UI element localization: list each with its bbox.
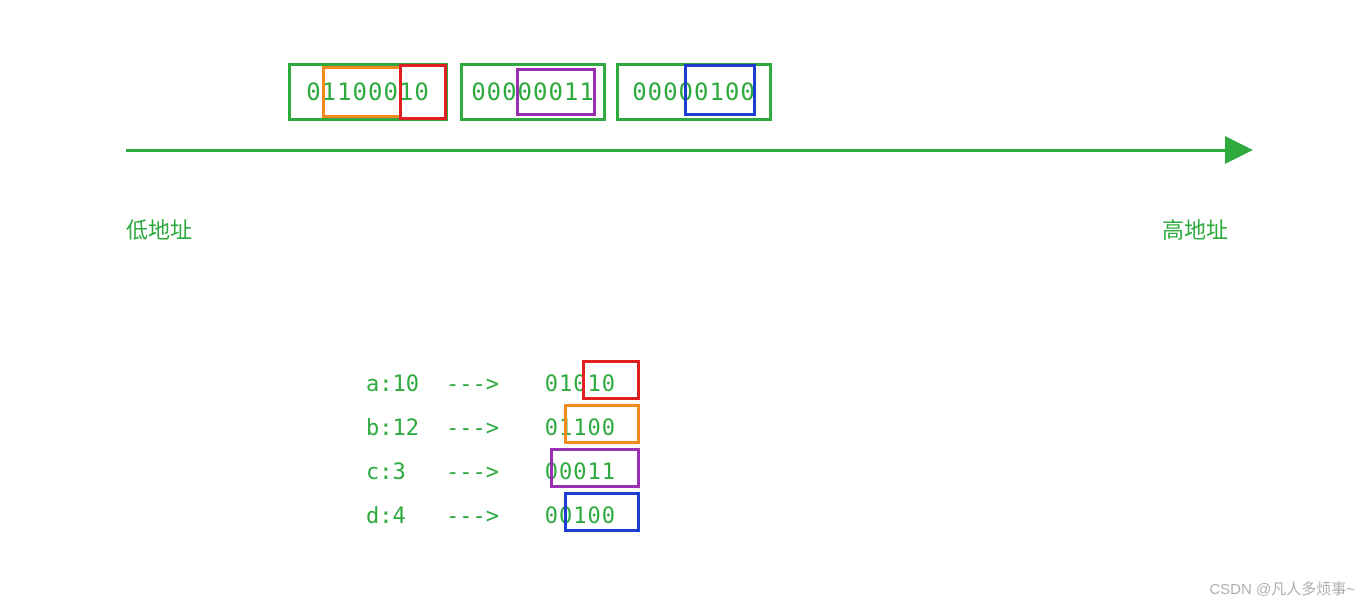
address-axis-arrowhead [1225,136,1253,164]
highlight-orange-bottom [564,404,640,444]
highlight-orange-top [322,66,402,118]
high-address-label: 高地址 [1162,213,1228,245]
watermark: CSDN @凡人多烦事~ [1209,578,1355,599]
low-address-label: 低地址 [126,213,192,245]
highlight-purple-bottom [550,448,640,488]
arrow-symbol: ---> [446,372,526,397]
highlight-blue-top [684,64,756,116]
arrow-symbol: ---> [446,416,526,441]
arrow-symbol: ---> [446,504,526,529]
var-a-label: a:10 [366,372,446,397]
highlight-red-bottom [582,360,640,400]
arrow-symbol: ---> [446,460,526,485]
address-axis-line [126,149,1232,152]
var-c-label: c:3 [366,460,446,485]
var-b-label: b:12 [366,416,446,441]
highlight-red-top [399,64,447,120]
var-d-label: d:4 [366,504,446,529]
var-row-a: a:10 ---> 01010 [366,372,616,397]
highlight-purple-top [516,68,596,116]
highlight-blue-bottom [564,492,640,532]
